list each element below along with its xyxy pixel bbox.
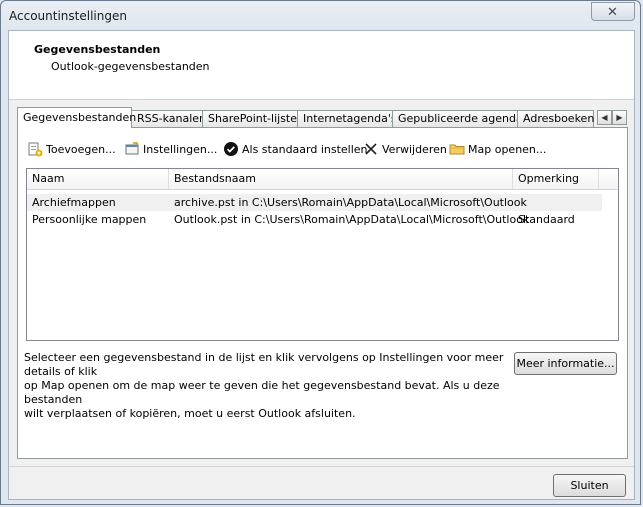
set-default-button[interactable]: Als standaard instellen bbox=[223, 140, 368, 160]
table-row[interactable]: Archiefmappen archive.pst in C:\Users\Ro… bbox=[27, 194, 602, 211]
close-window-button[interactable]: ✕ bbox=[591, 2, 635, 21]
row-name: Archiefmappen bbox=[32, 196, 116, 209]
tab-internetagendas[interactable]: Internetagenda's bbox=[297, 110, 397, 127]
settings-icon bbox=[124, 141, 140, 157]
row-file: archive.pst in C:\Users\Romain\AppData\L… bbox=[174, 196, 527, 209]
header-title: Gegevensbestanden bbox=[34, 43, 161, 56]
column-header-filename[interactable]: Bestandsnaam bbox=[169, 169, 513, 189]
tab-gepubliceerde-agendas[interactable]: Gepubliceerde agenda's bbox=[392, 110, 531, 127]
window-title: Accountinstellingen bbox=[9, 9, 127, 23]
add-button[interactable]: Toevoegen... bbox=[27, 140, 116, 160]
remove-button[interactable]: Verwijderen bbox=[363, 140, 447, 160]
account-settings-window: Accountinstellingen ✕ Gegevensbestanden … bbox=[0, 0, 641, 505]
list-header: Naam Bestandsnaam Opmerking bbox=[27, 169, 618, 190]
add-button-label: Toevoegen... bbox=[46, 143, 116, 156]
toolbar: Toevoegen... Instellingen... Als standaa… bbox=[27, 140, 617, 160]
more-info-button[interactable]: Meer informatie... bbox=[514, 352, 617, 375]
remove-x-icon bbox=[363, 141, 379, 157]
footer-divider bbox=[9, 466, 634, 467]
tab-scroll-right-button[interactable]: ▶ bbox=[612, 110, 627, 125]
close-button[interactable]: Sluiten bbox=[553, 474, 626, 497]
checkmark-icon bbox=[223, 141, 239, 157]
settings-button-label: Instellingen... bbox=[143, 143, 218, 156]
remove-button-label: Verwijderen bbox=[382, 143, 447, 156]
open-folder-button[interactable]: Map openen... bbox=[449, 140, 546, 160]
title-bar: Accountinstellingen ✕ bbox=[1, 1, 640, 31]
table-row[interactable]: Persoonlijke mappen Outlook.pst in C:\Us… bbox=[27, 211, 602, 228]
row-file: Outlook.pst in C:\Users\Romain\AppData\L… bbox=[174, 213, 530, 226]
header-subtitle: Outlook-gegevensbestanden bbox=[51, 60, 210, 73]
tab-sharepoint-lijsten[interactable]: SharePoint-lijsten bbox=[202, 110, 304, 127]
add-file-icon bbox=[27, 141, 43, 157]
tab-gegevensbestanden[interactable]: Gegevensbestanden bbox=[17, 107, 136, 128]
info-line-3: wilt verplaatsen of kopiëren, moet u eer… bbox=[24, 407, 356, 420]
tab-strip: Gegevensbestanden RSS-kanalen SharePoint… bbox=[17, 107, 627, 128]
row-note: Standaard bbox=[518, 213, 575, 226]
info-text: Selecteer een gegevensbestand in de lijs… bbox=[24, 351, 504, 421]
info-line-2: op Map openen om de map weer te geven di… bbox=[24, 379, 500, 406]
column-header-note[interactable]: Opmerking bbox=[513, 169, 599, 189]
close-icon: ✕ bbox=[607, 5, 618, 20]
row-name: Persoonlijke mappen bbox=[32, 213, 147, 226]
folder-icon bbox=[449, 141, 465, 157]
dialog-client: Gegevensbestanden Outlook-gegevensbestan… bbox=[8, 30, 635, 500]
settings-button[interactable]: Instellingen... bbox=[124, 140, 217, 160]
tab-adresboeken[interactable]: Adresboeken bbox=[517, 110, 594, 127]
dialog-header: Gegevensbestanden Outlook-gegevensbestan… bbox=[9, 31, 634, 100]
data-files-list[interactable]: Naam Bestandsnaam Opmerking Archiefmappe… bbox=[26, 168, 619, 341]
tab-scroll-left-button[interactable]: ◀ bbox=[597, 110, 612, 125]
info-line-1: Selecteer een gegevensbestand in de lijs… bbox=[24, 351, 504, 378]
tab-rss-kanalen[interactable]: RSS-kanalen bbox=[131, 110, 206, 127]
set-default-button-label: Als standaard instellen bbox=[242, 143, 368, 156]
column-header-name[interactable]: Naam bbox=[27, 169, 169, 189]
open-folder-button-label: Map openen... bbox=[468, 143, 547, 156]
